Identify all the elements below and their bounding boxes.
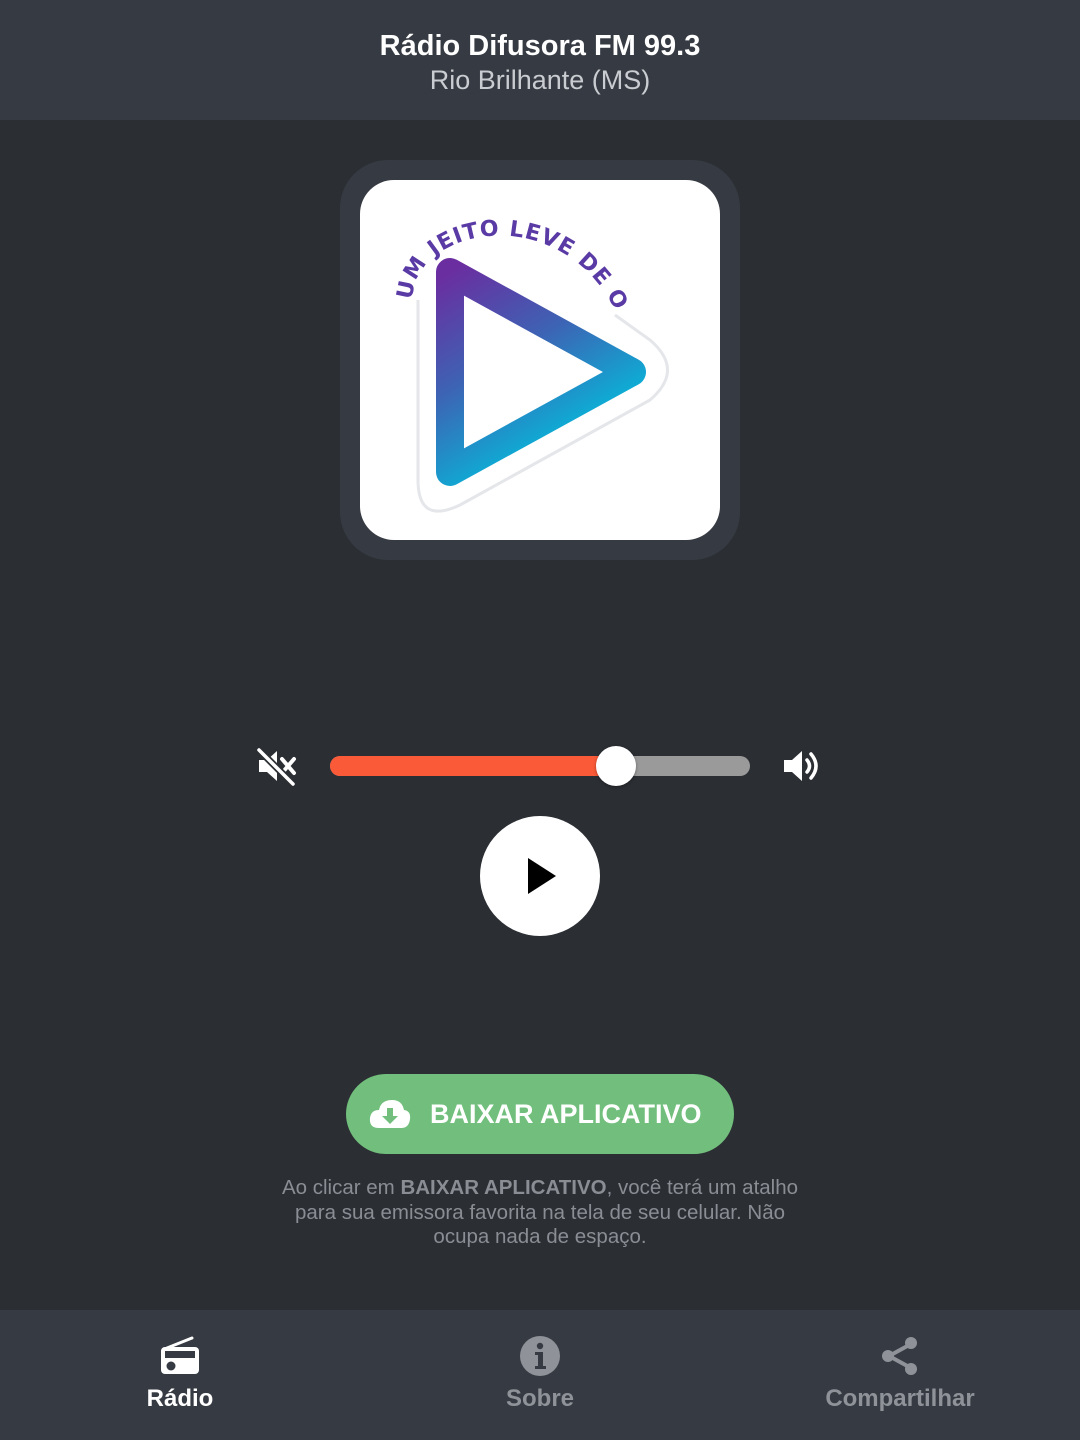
volume-slider-thumb[interactable] xyxy=(595,746,636,786)
nav-item-radio[interactable]: Rádio xyxy=(0,1310,360,1440)
download-hint-text: Ao clicar em xyxy=(281,1176,401,1199)
station-logo-frame: UM JEITO LEVE DE OUVIR xyxy=(340,160,740,560)
station-title: Rádio Difusora FM 99.3 xyxy=(379,30,701,62)
download-app-label: BAIXAR APLICATIVO xyxy=(430,1099,702,1129)
nav-label-radio: Rádio xyxy=(146,1385,214,1412)
volume-control xyxy=(0,740,1080,792)
volume-slider[interactable] xyxy=(330,746,750,786)
share-icon xyxy=(882,1337,917,1375)
download-app-button[interactable]: BAIXAR APLICATIVO xyxy=(346,1074,734,1154)
bottom-nav: Rádio Sobre Compartilhar xyxy=(0,1310,1080,1440)
download-hint: Ao clicar em BAIXAR APLICATIVO, você ter… xyxy=(280,1176,800,1250)
app-header: Rádio Difusora FM 99.3 Rio Brilhante (MS… xyxy=(0,0,1080,120)
cloud-download-icon xyxy=(369,1100,411,1128)
volume-slider-fill xyxy=(330,756,616,776)
download-hint-bold: BAIXAR APLICATIVO xyxy=(400,1176,607,1199)
volume-up-icon[interactable] xyxy=(781,744,825,788)
station-location: Rio Brilhante (MS) xyxy=(429,65,651,95)
play-button[interactable] xyxy=(480,816,600,936)
nav-item-share[interactable]: Compartilhar xyxy=(720,1310,1080,1440)
nav-label-share: Compartilhar xyxy=(825,1385,975,1412)
station-logo-image: UM JEITO LEVE DE OUVIR xyxy=(360,180,669,513)
station-logo: UM JEITO LEVE DE OUVIR xyxy=(360,180,720,540)
volume-mute-icon[interactable] xyxy=(255,744,299,788)
radio-icon xyxy=(161,1336,199,1374)
nav-label-about: Sobre xyxy=(505,1385,574,1412)
info-icon xyxy=(520,1336,560,1376)
nav-item-about[interactable]: Sobre xyxy=(360,1310,720,1440)
play-icon xyxy=(528,858,556,894)
